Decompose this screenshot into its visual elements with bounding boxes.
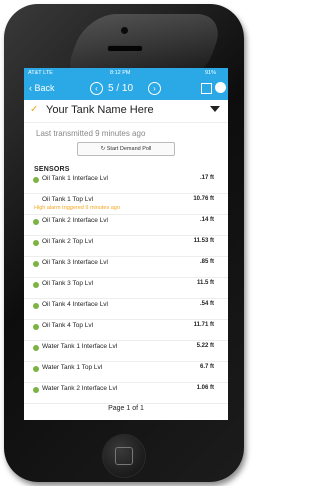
sensor-row[interactable]: Water Tank 1 Interface Lvl 5.22 ft (24, 341, 228, 362)
sensor-value: 11.5 ft (196, 280, 214, 286)
sensor-label: Water Tank 1 Interface Lvl (42, 343, 118, 350)
front-camera (120, 26, 129, 35)
sensor-row[interactable]: Oil Tank 4 Interface Lvl .54 ft (24, 299, 228, 320)
sensor-value: 5.22 ft (196, 343, 214, 349)
sensor-value: .14 ft (199, 217, 214, 223)
next-tank-button[interactable]: › (148, 82, 161, 95)
sensor-label: Oil Tank 2 Interface Lvl (42, 217, 108, 224)
sensor-label: Water Tank 2 Interface Lvl (42, 385, 118, 392)
check-icon: ✓ (30, 104, 39, 115)
chevron-left-icon: ‹ (29, 83, 32, 93)
back-label: Back (34, 83, 55, 93)
alarm-message: High alarm triggered 9 minutes ago (34, 205, 120, 211)
tank-selector[interactable]: ✓ Your Tank Name Here (24, 100, 228, 123)
start-demand-poll-button[interactable]: ↻ Start Demand Poll (77, 142, 175, 156)
ok-status-icon (33, 261, 39, 267)
app-screen: AT&T LTE 8:12 PM 91% ‹ Back ‹ 5 / 10 › ✓… (24, 68, 228, 420)
poll-button-label: Start Demand Poll (106, 146, 152, 152)
battery-percent: 91% (204, 70, 216, 76)
tank-name: Your Tank Name Here (46, 104, 154, 116)
sensor-value: .17 ft (199, 175, 214, 181)
sensor-row[interactable]: Oil Tank 1 Interface Lvl .17 ft (24, 173, 228, 194)
sensor-row[interactable]: Water Tank 1 Top Lvl 6.7 ft (24, 362, 228, 383)
sensors-heading: SENSORS (34, 166, 70, 173)
edit-icon[interactable] (201, 83, 212, 94)
carrier-label: AT&T LTE (28, 70, 53, 76)
previous-tank-button[interactable]: ‹ (90, 82, 103, 95)
status-time: 8:12 PM (110, 70, 131, 76)
account-icon[interactable] (215, 82, 226, 93)
sensor-value: 10.76 ft (193, 196, 214, 202)
sensor-label: Oil Tank 1 Interface Lvl (42, 175, 108, 182)
earpiece-speaker (107, 45, 143, 52)
navigation-bar: ‹ Back ‹ 5 / 10 › (24, 78, 228, 100)
sensor-value: 11.53 ft (193, 238, 214, 244)
sensor-row[interactable]: Oil Tank 3 Top Lvl 11.5 ft (24, 278, 228, 299)
sensor-value: 11.71 ft (193, 322, 214, 328)
ok-status-icon (33, 219, 39, 225)
sensor-value: .85 ft (199, 259, 214, 265)
back-button[interactable]: ‹ Back (29, 83, 55, 93)
sensor-label: Oil Tank 1 Top Lvl (42, 196, 94, 203)
sensor-row[interactable]: Oil Tank 1 Top Lvl 10.76 ft High alarm tri… (24, 194, 228, 215)
dropdown-caret-icon (210, 106, 220, 112)
sensor-row[interactable]: Oil Tank 3 Interface Lvl .85 ft (24, 257, 228, 278)
ok-status-icon (33, 345, 39, 351)
sensor-value: .54 ft (199, 301, 214, 307)
sensor-label: Water Tank 1 Top Lvl (42, 364, 103, 371)
ok-status-icon (33, 282, 39, 288)
ok-status-icon (33, 303, 39, 309)
sensor-row[interactable]: Oil Tank 2 Top Lvl 11.53 ft (24, 236, 228, 257)
ok-status-icon (33, 177, 39, 183)
sensor-value: 6.7 ft (199, 364, 214, 370)
status-bar: AT&T LTE 8:12 PM 91% (24, 68, 228, 78)
pagination-label: Page 1 of 1 (108, 405, 144, 412)
sensor-label: Oil Tank 3 Interface Lvl (42, 259, 108, 266)
ok-status-icon (33, 387, 39, 393)
tank-page-counter: 5 / 10 (108, 83, 134, 94)
sensor-label: Oil Tank 4 Top Lvl (42, 322, 94, 329)
ok-status-icon (33, 324, 39, 330)
alarm-status-icon (33, 198, 39, 204)
sensor-label: Oil Tank 3 Top Lvl (42, 280, 94, 287)
sensor-row[interactable]: Water Tank 2 Interface Lvl 1.06 ft (24, 383, 228, 404)
home-square-icon (115, 447, 133, 465)
ok-status-icon (33, 366, 39, 372)
sensor-row[interactable]: Oil Tank 2 Interface Lvl .14 ft (24, 215, 228, 236)
sensor-row[interactable]: Oil Tank 4 Top Lvl 11.71 ft (24, 320, 228, 341)
sensor-list: Oil Tank 1 Interface Lvl .17 ft Oil Tank 1… (24, 173, 228, 404)
refresh-icon: ↻ (100, 146, 106, 152)
ok-status-icon (33, 240, 39, 246)
sensor-label: Oil Tank 2 Top Lvl (42, 238, 94, 245)
sensor-value: 1.06 ft (196, 385, 214, 391)
last-transmitted-text: Last transmitted 9 minutes ago (36, 129, 146, 138)
sensor-label: Oil Tank 4 Interface Lvl (42, 301, 108, 308)
home-button[interactable] (102, 434, 146, 478)
